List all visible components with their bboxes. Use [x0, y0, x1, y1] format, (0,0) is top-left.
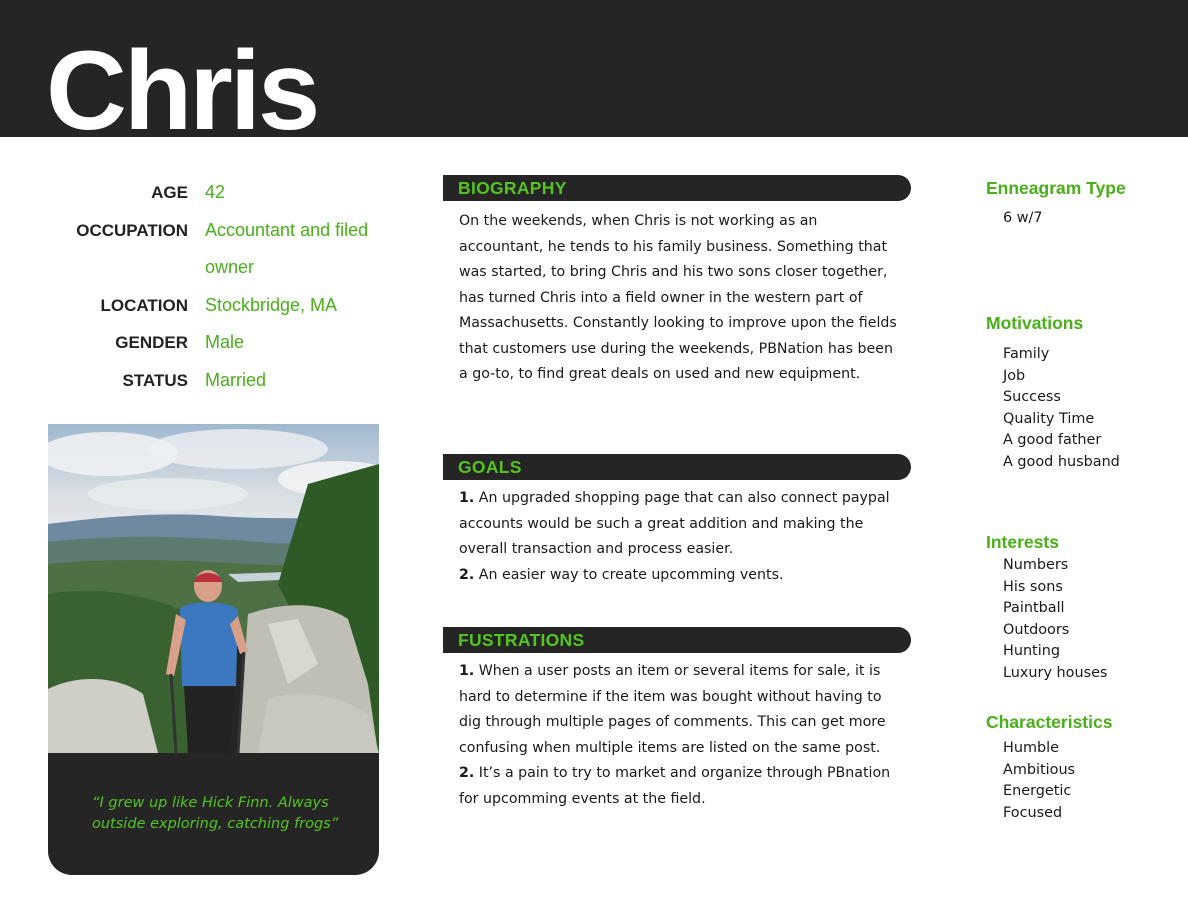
list-item: Ambitious [1003, 761, 1076, 778]
frustration-item: 1. When a user posts an item or several … [459, 659, 899, 761]
list-item: Numbers [1003, 557, 1069, 573]
interests-title: Interests [986, 532, 1059, 552]
frustration-number: 1. [459, 663, 475, 679]
enneagram-value: 6 w/7 [1003, 210, 1043, 226]
goals-header: GOALS [443, 454, 911, 480]
location-label: LOCATION [100, 296, 188, 315]
age-value: 42 [205, 182, 226, 202]
enneagram-list: 6 w/7 [1003, 208, 1043, 230]
goal-number: 1. [459, 490, 475, 506]
motivations-title: Motivations [986, 313, 1084, 333]
enneagram-title: Enneagram Type [986, 178, 1126, 198]
list-item: Luxury houses [1003, 664, 1108, 681]
gender-label: GENDER [115, 333, 188, 352]
goals-title: GOALS [458, 457, 522, 477]
occupation-value: Accountant and filed owner [205, 220, 369, 277]
status-value: Married [205, 370, 267, 390]
persona-photo [48, 424, 379, 753]
goal-number: 2. [459, 566, 475, 583]
frustrations-title: FUSTRATIONS [458, 630, 585, 650]
list-item: Quality Time [1003, 410, 1095, 427]
list-item: Humble [1003, 740, 1059, 756]
list-item: His sons [1003, 578, 1063, 595]
frustration-text: When a user posts an item or several ite… [459, 663, 886, 756]
photo-card: “I grew up like Hick Finn. Always outsid… [48, 424, 379, 875]
goal-item: 1. An upgraded shopping page that can al… [459, 486, 899, 563]
frustration-item: 2. It’s a pain to try to market and orga… [459, 761, 899, 812]
characteristics-list: Humble Ambitious Energetic Focused [1003, 738, 1075, 824]
list-item: Family [1003, 346, 1050, 362]
list-item: Outdoors [1003, 621, 1070, 638]
persona-quote: “I grew up like Hick Finn. Always outsid… [92, 795, 339, 832]
frustrations-header: FUSTRATIONS [443, 627, 911, 653]
occupation-label: OCCUPATION [76, 221, 188, 240]
age-label: AGE [151, 183, 188, 202]
list-item: A good husband [1003, 453, 1120, 470]
goal-text: An easier way to create upcomming vents. [478, 566, 784, 583]
list-item: Success [1003, 389, 1061, 406]
list-item: Hunting [1003, 643, 1060, 660]
biography-paragraph: On the weekends, when Chris is not worki… [459, 213, 897, 382]
motivations-list: Family Job Success Quality Time A good f… [1003, 344, 1120, 474]
status-label: STATUS [122, 371, 188, 390]
location-value: Stockbridge, MA [205, 295, 338, 315]
frustrations-list: 1. When a user posts an item or several … [459, 659, 899, 812]
characteristics-title: Characteristics [986, 712, 1113, 732]
interests-list: Numbers His sons Paintball Outdoors Hunt… [1003, 555, 1107, 685]
biography-title: BIOGRAPHY [458, 178, 567, 198]
persona-name: Chris [46, 28, 320, 153]
list-item: Paintball [1003, 600, 1065, 617]
frustration-number: 2. [459, 765, 475, 781]
frustration-text: It’s a pain to try to market and organiz… [459, 765, 891, 807]
biography-header: BIOGRAPHY [443, 175, 911, 201]
list-item: Job [1003, 367, 1026, 384]
gender-value: Male [205, 332, 245, 352]
list-item: A good father [1003, 432, 1102, 449]
list-item: Energetic [1003, 783, 1072, 800]
goals-list: 1. An upgraded shopping page that can al… [459, 486, 899, 588]
biography-text: On the weekends, when Chris is not worki… [459, 209, 899, 388]
goal-text: An upgraded shopping page that can also … [459, 490, 890, 557]
goal-item: 2. An easier way to create upcomming ven… [459, 563, 899, 589]
list-item: Focused [1003, 804, 1063, 821]
